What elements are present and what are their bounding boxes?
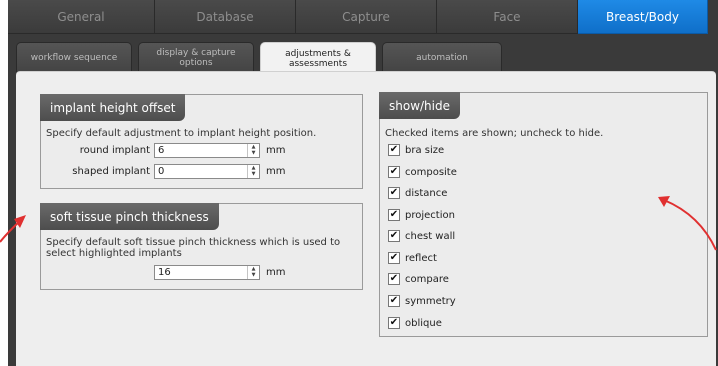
tab-breast-body[interactable]: Breast/Body bbox=[578, 0, 708, 34]
subtab-display-capture-options[interactable]: display & capture options bbox=[138, 42, 254, 72]
stepper-down-icon[interactable]: ▼ bbox=[248, 273, 259, 280]
tab-database[interactable]: Database bbox=[155, 0, 296, 34]
tab-face[interactable]: Face bbox=[437, 0, 578, 34]
round-implant-input[interactable] bbox=[155, 144, 247, 157]
checkbox-label: chest wall bbox=[405, 230, 456, 242]
subtab-workflow-sequence[interactable]: workflow sequence bbox=[16, 42, 132, 72]
checkmark-icon[interactable]: ✔ bbox=[388, 252, 400, 264]
tab-general[interactable]: General bbox=[8, 0, 155, 34]
checkbox-composite[interactable]: ✔ composite bbox=[388, 166, 457, 178]
subtab-adjustments-assessments[interactable]: adjustments & assessments bbox=[260, 42, 376, 74]
checkmark-icon[interactable]: ✔ bbox=[388, 317, 400, 329]
tab-capture[interactable]: Capture bbox=[296, 0, 437, 34]
checkbox-distance[interactable]: ✔ distance bbox=[388, 187, 447, 199]
settings-window: General Database Capture Face Breast/Bod… bbox=[8, 0, 718, 366]
group-title: soft tissue pinch thickness bbox=[40, 203, 219, 230]
pinch-stepper[interactable]: ▲▼ bbox=[154, 265, 260, 280]
checkbox-label: symmetry bbox=[405, 295, 456, 307]
checkbox-projection[interactable]: ✔ projection bbox=[388, 209, 455, 221]
shaped-implant-row: shaped implant ▲▼ mm bbox=[46, 164, 285, 179]
checkbox-label: compare bbox=[405, 273, 449, 285]
checkmark-icon[interactable]: ✔ bbox=[388, 295, 400, 307]
pinch-thickness-group: soft tissue pinch thickness Specify defa… bbox=[40, 203, 363, 290]
group-title: implant height offset bbox=[40, 94, 186, 121]
checkmark-icon[interactable]: ✔ bbox=[388, 166, 400, 178]
unit-label: mm bbox=[266, 267, 286, 278]
pinch-row: ▲▼ mm bbox=[46, 265, 285, 280]
checkbox-label: oblique bbox=[405, 317, 442, 329]
checkbox-label: composite bbox=[405, 166, 457, 178]
checkbox-label: projection bbox=[405, 209, 455, 221]
implant-height-offset-group: implant height offset Specify default ad… bbox=[40, 94, 363, 189]
group-description: Checked items are shown; uncheck to hide… bbox=[385, 128, 604, 139]
subtab-automation[interactable]: automation bbox=[382, 42, 502, 72]
sub-tab-bar: workflow sequence display & capture opti… bbox=[16, 42, 502, 74]
round-implant-label: round implant bbox=[79, 145, 150, 156]
round-implant-row: round implant ▲▼ mm bbox=[46, 143, 285, 158]
checkbox-label: reflect bbox=[405, 252, 437, 264]
shaped-implant-label: shaped implant bbox=[72, 166, 150, 177]
checkbox-reflect[interactable]: ✔ reflect bbox=[388, 252, 437, 264]
checkmark-icon[interactable]: ✔ bbox=[388, 209, 400, 221]
checkbox-chest-wall[interactable]: ✔ chest wall bbox=[388, 230, 455, 242]
checkbox-symmetry[interactable]: ✔ symmetry bbox=[388, 295, 456, 307]
group-description-line1: Specify default soft tissue pinch thickn… bbox=[46, 237, 341, 248]
pinch-input[interactable] bbox=[155, 266, 247, 279]
top-tab-bar: General Database Capture Face Breast/Bod… bbox=[8, 0, 718, 34]
checkbox-oblique[interactable]: ✔ oblique bbox=[388, 317, 442, 329]
checkbox-bra-size[interactable]: ✔ bra size bbox=[388, 144, 444, 156]
stepper-down-icon[interactable]: ▼ bbox=[248, 151, 259, 158]
stepper-down-icon[interactable]: ▼ bbox=[248, 172, 259, 179]
group-description: Specify default adjustment to implant he… bbox=[46, 128, 317, 139]
shaped-implant-input[interactable] bbox=[155, 165, 247, 178]
checkbox-compare[interactable]: ✔ compare bbox=[388, 273, 449, 285]
unit-label: mm bbox=[266, 166, 286, 177]
unit-label: mm bbox=[266, 145, 286, 156]
checkmark-icon[interactable]: ✔ bbox=[388, 273, 400, 285]
show-hide-group: show/hide Checked items are shown; unche… bbox=[379, 92, 708, 337]
checkmark-icon[interactable]: ✔ bbox=[388, 187, 400, 199]
checkbox-label: bra size bbox=[405, 144, 445, 156]
shaped-implant-stepper[interactable]: ▲▼ bbox=[154, 164, 260, 179]
checkbox-label: distance bbox=[405, 187, 448, 199]
group-description-line2: select highlighted implants bbox=[46, 248, 182, 259]
checkmark-icon[interactable]: ✔ bbox=[388, 230, 400, 242]
content-panel: implant height offset Specify default ad… bbox=[16, 71, 716, 366]
checkmark-icon[interactable]: ✔ bbox=[388, 144, 400, 156]
round-implant-stepper[interactable]: ▲▼ bbox=[154, 143, 260, 158]
group-title: show/hide bbox=[379, 92, 460, 119]
